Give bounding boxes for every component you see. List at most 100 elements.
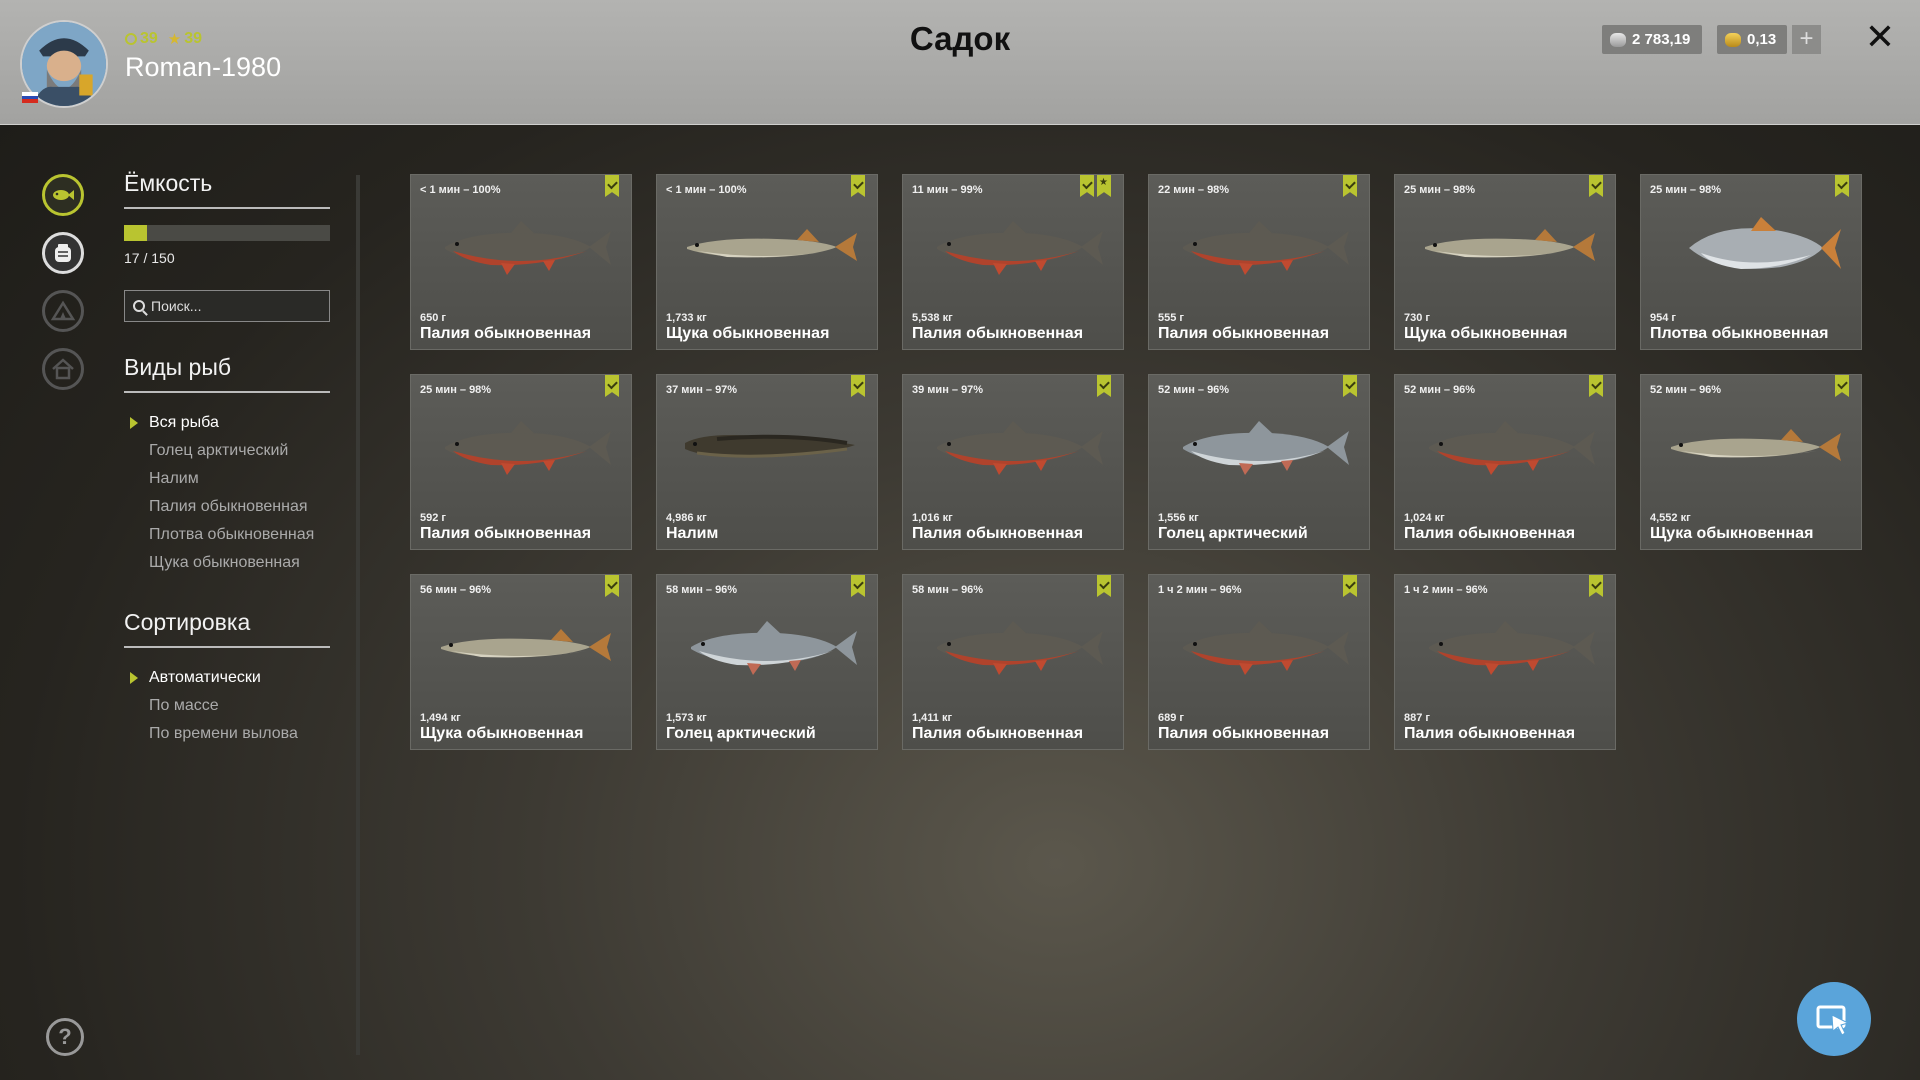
gold-balance: 0,13	[1717, 25, 1787, 54]
fish-card[interactable]: 52 мин – 96% 1,556 кг Голец арктический	[1148, 374, 1370, 550]
filter-panel: Ёмкость 17 / 150 Виды рыб Вся рыбаГолец …	[124, 170, 330, 748]
bookmark-check-icon[interactable]	[605, 375, 619, 397]
fish-card[interactable]: 11 мин – 99% 5,538 кг Палия обыкновенная	[902, 174, 1124, 350]
fish-arctic-image	[1183, 421, 1349, 475]
tent-icon[interactable]	[42, 290, 84, 332]
close-button[interactable]: ✕	[1864, 19, 1896, 55]
fish-card[interactable]: 25 мин – 98% 730 г Щука обыкновенная	[1394, 174, 1616, 350]
fish-name: Щука обыкновенная	[1404, 325, 1568, 342]
fish-card[interactable]: 37 мин – 97% 4,986 кг Налим	[656, 374, 878, 550]
catch-time: 25 мин – 98%	[1650, 184, 1722, 196]
capacity-bar	[124, 225, 330, 241]
fish-weight: 1,024 кг	[1404, 512, 1445, 524]
bookmark-star-icon[interactable]	[1097, 175, 1111, 197]
bookmark-check-icon[interactable]	[1343, 375, 1357, 397]
fish-name: Плотва обыкновенная	[1650, 325, 1829, 342]
fish-name: Палия обыкновенная	[912, 325, 1084, 342]
species-option[interactable]: Голец арктический	[124, 437, 330, 465]
fish-name: Щука обыкновенная	[420, 725, 584, 742]
fish-char-image	[937, 621, 1103, 675]
bookmark-check-icon[interactable]	[851, 375, 865, 397]
species-option[interactable]: Вся рыба	[124, 409, 330, 437]
fish-grid: < 1 мин – 100% 650 г Палия обыкновенная …	[410, 174, 1864, 750]
search-box[interactable]	[124, 290, 330, 322]
keepnet-fish-icon[interactable]	[42, 174, 84, 216]
fish-char-image	[1183, 621, 1349, 675]
sort-option[interactable]: По времени вылова	[124, 720, 330, 748]
fish-char-image	[445, 221, 611, 275]
fish-name: Палия обыкновенная	[1404, 725, 1576, 742]
bookmark-check-icon[interactable]	[1835, 375, 1849, 397]
cursor-icon	[1816, 1005, 1850, 1036]
flag-icon	[22, 92, 38, 104]
card-marks	[1080, 175, 1111, 197]
fish-name: Палия обыкновенная	[420, 525, 592, 542]
bookmark-check-icon[interactable]	[1343, 175, 1357, 197]
bookmark-check-icon[interactable]	[605, 175, 619, 197]
fish-name: Палия обыкновенная	[1158, 325, 1330, 342]
fish-weight: 1,733 кг	[666, 312, 707, 324]
bookmark-check-icon[interactable]	[1835, 175, 1849, 197]
fish-weight: 730 г	[1404, 312, 1430, 324]
species-option[interactable]: Налим	[124, 465, 330, 493]
fish-weight: 887 г	[1404, 712, 1430, 724]
fish-arctic-image	[691, 621, 857, 675]
fish-card[interactable]: 1 ч 2 мин – 96% 689 г Палия обыкновенная	[1148, 574, 1370, 750]
bookmark-check-icon[interactable]	[851, 575, 865, 597]
keepnet-bag-icon[interactable]	[42, 232, 84, 274]
capacity-text: 17 / 150	[124, 250, 175, 266]
fish-card[interactable]: 52 мин – 96% 1,024 кг Палия обыкновенная	[1394, 374, 1616, 550]
bookmark-check-icon[interactable]	[1343, 575, 1357, 597]
fish-char-image	[937, 221, 1103, 275]
bookmark-check-icon[interactable]	[605, 575, 619, 597]
catch-time: < 1 мин – 100%	[666, 184, 747, 196]
card-marks	[605, 375, 619, 397]
bookmark-check-icon[interactable]	[1589, 375, 1603, 397]
fish-card[interactable]: 58 мин – 96% 1,411 кг Палия обыкновенная	[902, 574, 1124, 750]
fish-weight: 555 г	[1158, 312, 1184, 324]
bookmark-check-icon[interactable]	[1080, 175, 1094, 197]
card-marks	[1589, 175, 1603, 197]
species-option[interactable]: Щука обыкновенная	[124, 549, 330, 577]
species-option[interactable]: Плотва обыкновенная	[124, 521, 330, 549]
fish-card[interactable]: 58 мин – 96% 1,573 кг Голец арктический	[656, 574, 878, 750]
bookmark-check-icon[interactable]	[851, 175, 865, 197]
help-icon[interactable]: ?	[46, 1018, 84, 1056]
fish-card[interactable]: 22 мин – 98% 555 г Палия обыкновенная	[1148, 174, 1370, 350]
catch-time: 37 мин – 97%	[666, 384, 738, 396]
card-marks	[851, 575, 865, 597]
species-list: Вся рыба Голец арктический Налим Палия обык…	[124, 409, 330, 577]
fish-card[interactable]: 56 мин – 96% 1,494 кг Щука обыкновенная	[410, 574, 632, 750]
fish-weight: 954 г	[1650, 312, 1676, 324]
capacity-fill	[124, 225, 148, 241]
bookmark-check-icon[interactable]	[1589, 175, 1603, 197]
fish-card[interactable]: 1 ч 2 мин – 96% 887 г Палия обыкновенная	[1394, 574, 1616, 750]
sort-option[interactable]: По массе	[124, 692, 330, 720]
bookmark-check-icon[interactable]	[1589, 575, 1603, 597]
fish-card[interactable]: < 1 мин – 100% 1,733 кг Щука обыкновенна…	[656, 174, 878, 350]
cursor-mode-button[interactable]	[1797, 982, 1871, 1056]
fish-weight: 1,556 кг	[1158, 512, 1199, 524]
fish-name: Щука обыкновенная	[1650, 525, 1814, 542]
fish-card[interactable]: < 1 мин – 100% 650 г Палия обыкновенная	[410, 174, 632, 350]
fish-card[interactable]: 52 мин – 96% 4,552 кг Щука обыкновенная	[1640, 374, 1862, 550]
fish-card[interactable]: 25 мин – 98% 592 г Палия обыкновенная	[410, 374, 632, 550]
house-icon[interactable]	[42, 348, 84, 390]
fish-card[interactable]: 25 мин – 98% 954 г Плотва обыкновенная	[1640, 174, 1862, 350]
fish-burbot-image	[685, 434, 855, 458]
add-currency-button[interactable]: +	[1792, 25, 1821, 54]
sort-option[interactable]: Автоматически	[124, 664, 330, 692]
search-icon	[133, 300, 145, 312]
silver-balance: 2 783,19	[1602, 25, 1702, 54]
species-option[interactable]: Палия обыкновенная	[124, 493, 330, 521]
sort-title: Сортировка	[124, 609, 330, 648]
card-marks	[1343, 175, 1357, 197]
bookmark-check-icon[interactable]	[1097, 575, 1111, 597]
fish-weight: 592 г	[420, 512, 446, 524]
search-input[interactable]	[151, 298, 321, 314]
fish-weight: 650 г	[420, 312, 446, 324]
card-marks	[1589, 575, 1603, 597]
fish-pike-image	[1425, 229, 1595, 261]
bookmark-check-icon[interactable]	[1097, 375, 1111, 397]
fish-card[interactable]: 39 мин – 97% 1,016 кг Палия обыкновенная	[902, 374, 1124, 550]
